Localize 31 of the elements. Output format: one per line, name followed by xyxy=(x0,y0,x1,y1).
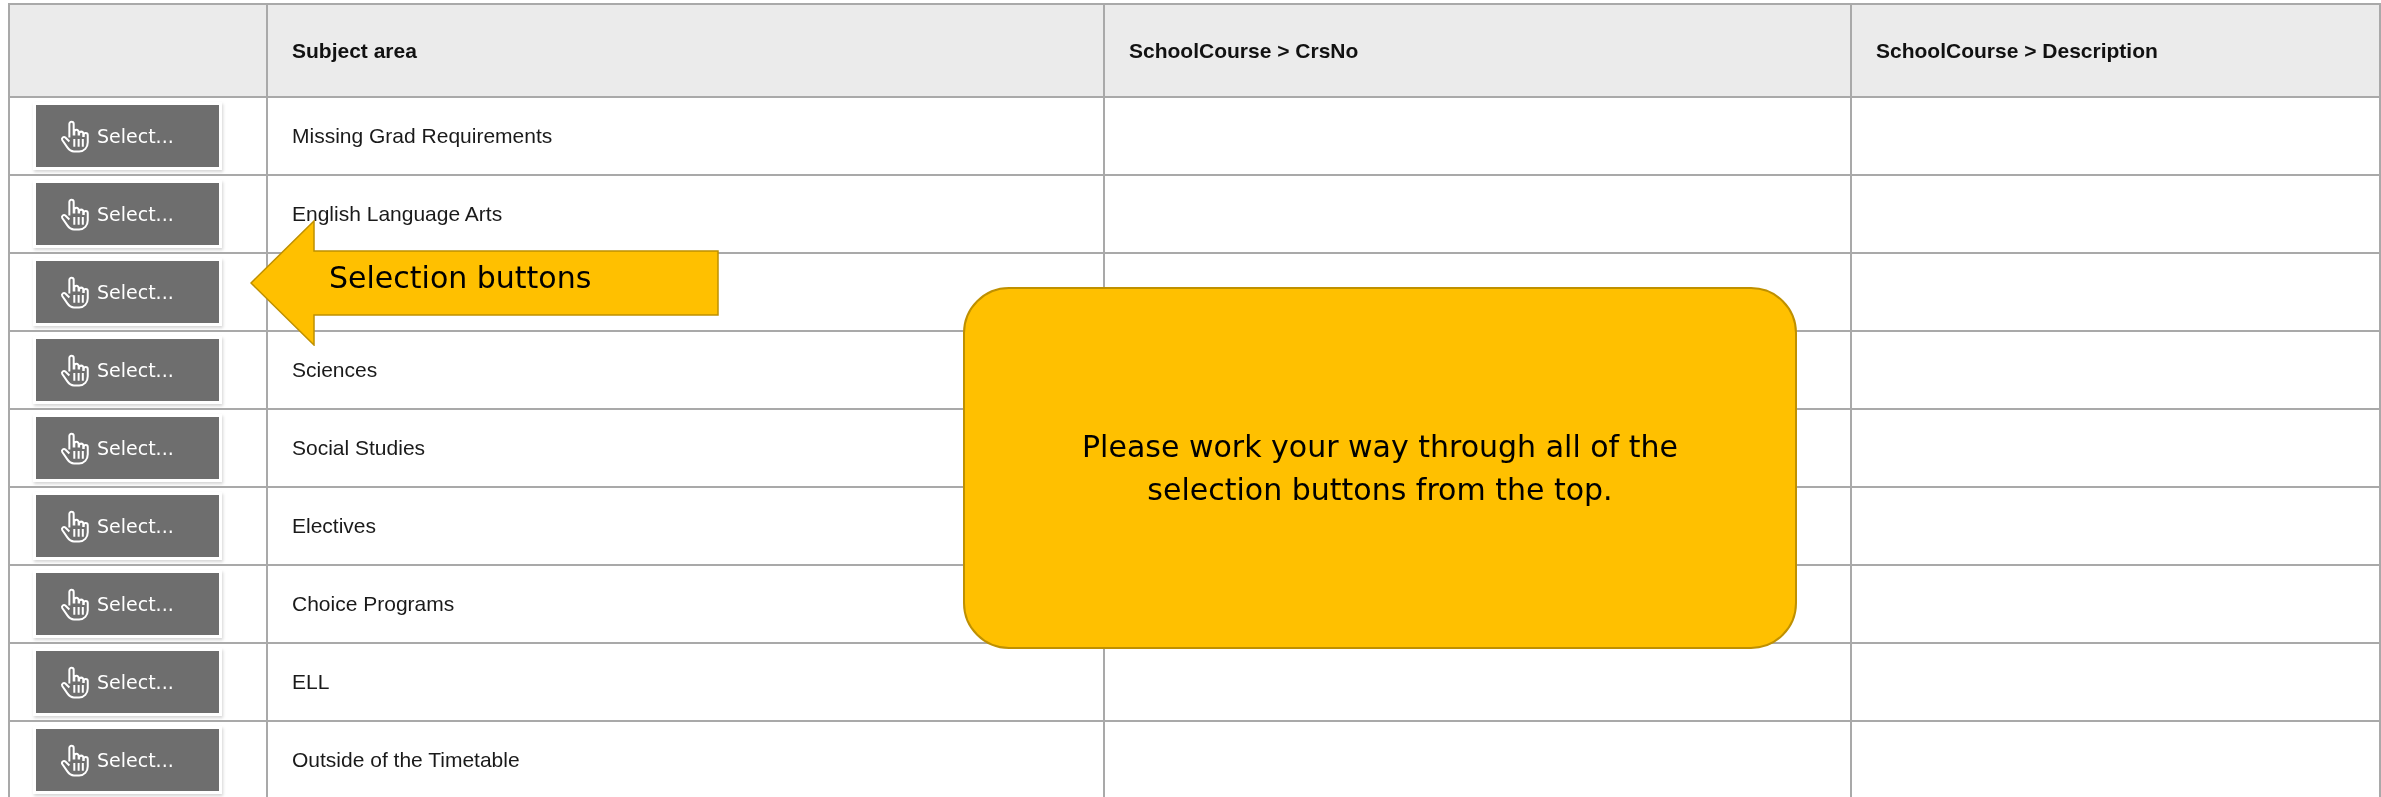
hand-pointer-icon xyxy=(58,119,90,153)
arrow-label: Selection buttons xyxy=(329,260,592,295)
subject-cell: Choice Programs xyxy=(292,592,455,615)
hand-pointer-icon xyxy=(58,743,90,777)
hand-pointer-icon xyxy=(58,587,90,621)
column-header: SchoolCourse > CrsNo xyxy=(1129,38,1359,62)
subject-cell: Electives xyxy=(292,514,377,537)
select-button[interactable]: Select... xyxy=(36,261,219,323)
hand-pointer-icon xyxy=(58,197,90,231)
select-button[interactable]: Select... xyxy=(36,573,219,635)
column-header: Subject area xyxy=(292,38,417,62)
select-button[interactable]: Select... xyxy=(36,183,219,245)
subject-cell: Missing Grad Requirements xyxy=(292,124,553,147)
hand-pointer-icon xyxy=(58,665,90,699)
subject-cell: Sciences xyxy=(292,358,378,381)
select-button[interactable]: Select... xyxy=(36,495,219,557)
select-button[interactable]: Select... xyxy=(36,729,219,791)
select-button[interactable]: Select... xyxy=(36,417,219,479)
subject-cell: English Language Arts xyxy=(292,202,503,225)
select-button[interactable]: Select... xyxy=(36,651,219,713)
hand-pointer-icon xyxy=(58,275,90,309)
callout-text: Please work your way through all of the selection buttons from the top. xyxy=(1081,427,1679,509)
subject-cell: Outside of the Timetable xyxy=(292,748,520,771)
subject-cell: ELL xyxy=(292,670,330,693)
column-header: SchoolCourse > Description xyxy=(1876,38,2158,62)
hand-pointer-icon xyxy=(58,509,90,543)
hand-pointer-icon xyxy=(58,353,90,387)
select-button[interactable]: Select... xyxy=(36,105,219,167)
subject-cell: Social Studies xyxy=(292,436,426,459)
hand-pointer-icon xyxy=(58,431,90,465)
select-button[interactable]: Select... xyxy=(36,339,219,401)
